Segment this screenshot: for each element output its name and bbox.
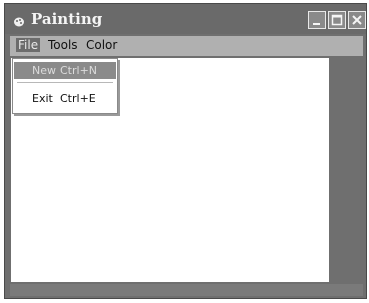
menu-item-exit-shortcut: Ctrl+E [60, 92, 96, 105]
menu-file[interactable]: File [16, 38, 41, 52]
menu-item-exit-label: Exit [32, 92, 53, 105]
file-menu-dropdown: New Ctrl+N Exit Ctrl+E [12, 58, 118, 114]
title-bar[interactable]: Painting [5, 4, 366, 34]
status-bar [10, 284, 363, 296]
close-button[interactable] [348, 11, 366, 29]
app-window: Painting File Tools Color New Ctrl+N Exi… [4, 3, 367, 299]
menu-separator [17, 82, 113, 83]
menu-bar: File Tools Color [10, 36, 363, 56]
menu-item-new[interactable]: New Ctrl+N [14, 62, 116, 79]
app-icon[interactable] [13, 13, 25, 27]
menu-color[interactable]: Color [84, 38, 119, 52]
maximize-button[interactable] [328, 11, 346, 29]
minimize-button[interactable] [308, 11, 326, 29]
menu-tools[interactable]: Tools [46, 38, 80, 52]
menu-item-exit[interactable]: Exit Ctrl+E [14, 90, 116, 107]
minimize-icon [313, 23, 320, 25]
close-icon [352, 15, 362, 25]
maximize-icon [331, 14, 343, 26]
menu-item-new-label: New [32, 64, 56, 77]
window-title: Painting [31, 10, 103, 28]
menu-item-new-shortcut: Ctrl+N [60, 64, 98, 77]
